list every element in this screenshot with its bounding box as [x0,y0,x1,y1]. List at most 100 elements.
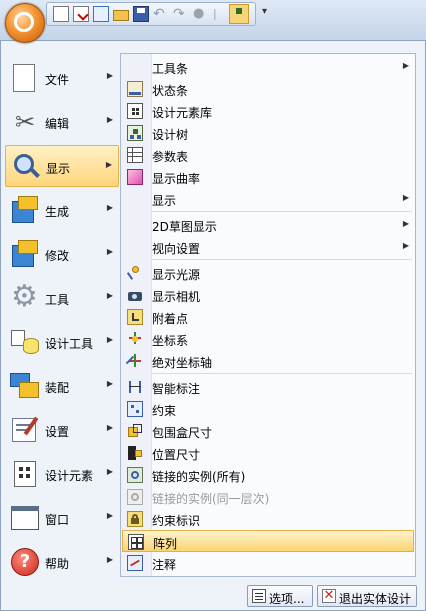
application-menu: 文件 ▶ ✂ 编辑 ▶ 显示 ▶ 生成 ▶ 修改 ▶ ⚙ 工具 ▶ 设计工具 ▶… [0,40,426,611]
submenu-item-label: 坐标系 [152,334,189,348]
pointer-icon[interactable]: ● [193,6,209,22]
menu-item-label: 生成 [45,205,70,219]
assembly-icon [9,370,41,402]
submenu-item-label: 阵列 [153,537,178,551]
submenu-item-show-curvature[interactable]: 显示曲率 [122,166,414,188]
application-menu-button[interactable] [5,3,45,43]
submenu-item-view-settings[interactable]: 视向设置 ▶ [122,236,414,258]
chevron-right-icon: ▶ [106,335,113,344]
submenu-item-label: 状态条 [152,84,189,98]
redo-icon[interactable]: ↷ [173,6,189,22]
submenu-item-constraint-markers[interactable]: 约束标识 [122,508,414,530]
menu-item-label: 设置 [45,425,70,439]
submenu-item-coordinate-system[interactable]: 坐标系 [122,328,414,350]
submenu-item-annotations[interactable]: 注释 [122,552,414,574]
submenu-item-bounding-box-size[interactable]: 包围盒尺寸 [122,420,414,442]
submenu-item-2d-sketch-display[interactable]: 2D草图显示 ▶ [122,214,414,236]
menu-item-tools[interactable]: ⚙ 工具 ▶ [5,277,119,319]
submenu-item-absolute-axes[interactable]: 绝对坐标轴 [122,350,414,372]
menu-item-generate[interactable]: 生成 ▶ [5,189,119,231]
menu-item-display[interactable]: 显示 ▶ [5,145,119,187]
design-element-icon [9,458,41,490]
submenu-item-label: 2D草图显示 [152,220,217,234]
submenu-item-label: 注释 [152,558,177,572]
submenu-item-toolbars[interactable]: 工具条 ▶ [122,56,414,78]
magnifier-icon [10,151,42,183]
submenu-item-label: 参数表 [152,150,189,164]
design-tree-toggle-icon[interactable] [229,4,249,24]
status-bar-icon [127,81,143,97]
submenu-item-label: 智能标注 [152,382,201,396]
file-icon [9,62,41,94]
submenu-item-constraints[interactable]: 约束 [122,398,414,420]
submenu-item-show-light-source[interactable]: 显示光源 [122,262,414,284]
submenu-item-label: 设计元素库 [152,106,213,120]
submenu-item-array[interactable]: 阵列 [122,530,414,552]
menu-item-assembly[interactable]: 装配 ▶ [5,365,119,407]
menu-item-design-tools[interactable]: 设计工具 ▶ [5,321,119,363]
new-document-check-icon[interactable] [73,6,89,22]
chevron-right-icon: ▶ [106,467,113,476]
menu-item-settings[interactable]: 设置 ▶ [5,409,119,451]
new-document-icon[interactable] [53,6,69,22]
submenu-item-status-bar[interactable]: 状态条 [122,78,414,100]
smart-dimension-icon [127,379,143,395]
menu-item-window[interactable]: 窗口 ▶ [5,497,119,539]
submenu-item-linked-instances-same-level[interactable]: 链接的实例(同一层次) [122,486,414,508]
options-button[interactable]: 选项... [247,585,313,607]
gear-icon: ⚙ [11,279,38,314]
submenu-item-label: 约束标识 [152,514,201,528]
chevron-right-icon: ▶ [402,241,409,250]
options-label: 选项... [269,592,305,606]
absolute-axes-icon [125,353,143,369]
submenu-item-parameter-table[interactable]: 参数表 [122,144,414,166]
submenu-item-label: 设计树 [152,128,189,142]
linked-instances-icon [127,467,143,483]
submenu-item-display[interactable]: 显示 ▶ [122,188,414,210]
submenu-item-label: 链接的实例(所有) [152,470,246,484]
menu-item-label: 设计元素 [45,469,94,483]
quick-access-toolbar: ↶ ↷ ● | [46,2,256,26]
submenu-item-label: 附着点 [152,312,189,326]
submenu-item-design-element-library[interactable]: 设计元素库 [122,100,414,122]
submenu-item-position-size[interactable]: 位置尺寸 [122,442,414,464]
chevron-right-icon: ▶ [106,203,113,212]
submenu-item-label: 显示相机 [152,290,201,304]
submenu-item-smart-dimension[interactable]: 智能标注 [122,376,414,398]
new-design-icon[interactable] [93,6,109,22]
position-size-icon [127,445,143,461]
submenu-item-label: 绝对坐标轴 [152,356,213,370]
submenu-item-linked-instances-all[interactable]: 链接的实例(所有) [122,464,414,486]
annotation-icon [127,555,143,571]
undo-icon[interactable]: ↶ [153,6,169,22]
open-folder-icon[interactable] [113,6,129,22]
chevron-right-icon: ▶ [106,379,113,388]
submenu-item-design-tree[interactable]: 设计树 [122,122,414,144]
submenu-item-attachment-points[interactable]: 附着点 [122,306,414,328]
menu-separator [152,373,412,374]
customize-toolbar-dropdown-icon[interactable]: ▾ [262,6,267,17]
menu-item-modify[interactable]: 修改 ▶ [5,233,119,275]
cube-create-icon [9,194,41,226]
menu-item-help[interactable]: ? 帮助 ▶ [5,541,119,583]
menu-item-label: 修改 [45,249,70,263]
help-icon: ? [9,546,41,578]
linked-instances-disabled-icon [127,489,143,505]
chevron-right-icon: ▶ [105,160,112,169]
submenu-item-label: 显示光源 [152,268,201,282]
submenu-item-show-camera[interactable]: 显示相机 [122,284,414,306]
save-icon[interactable] [133,6,149,22]
chevron-right-icon: ▶ [106,115,113,124]
options-icon [252,589,266,603]
main-menu-list: 文件 ▶ ✂ 编辑 ▶ 显示 ▶ 生成 ▶ 修改 ▶ ⚙ 工具 ▶ 设计工具 ▶… [1,51,120,579]
window-icon [9,502,41,534]
chevron-right-icon: ▶ [106,71,113,80]
menu-item-label: 显示 [46,162,71,176]
light-source-icon [126,265,143,281]
menu-item-edit[interactable]: ✂ 编辑 ▶ [5,101,119,143]
menu-item-file[interactable]: 文件 ▶ [5,57,119,99]
exit-button[interactable]: ✕ 退出实体设计 [317,585,417,607]
menu-item-label: 窗口 [45,513,70,527]
menu-item-design-elements[interactable]: 设计元素 ▶ [5,453,119,495]
menu-item-label: 文件 [45,73,70,87]
